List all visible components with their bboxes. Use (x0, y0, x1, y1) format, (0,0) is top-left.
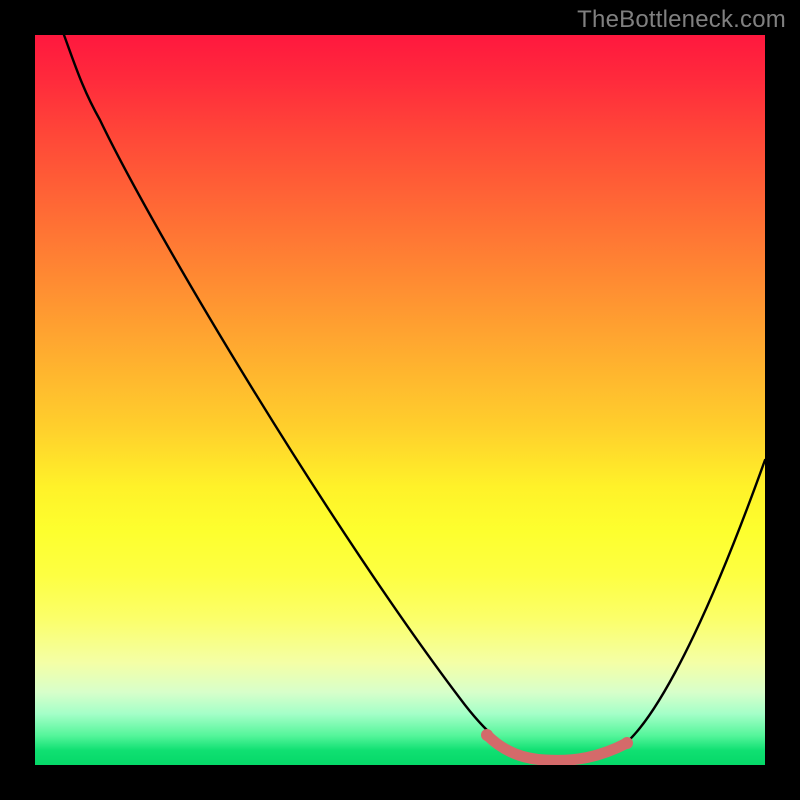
highlight-end-right (621, 737, 633, 749)
plot-area (35, 35, 765, 765)
bottleneck-curve (64, 35, 765, 759)
curve-layer (35, 35, 765, 765)
watermark-text: TheBottleneck.com (577, 6, 786, 34)
highlight-segment (487, 735, 627, 760)
highlight-end-left (481, 729, 493, 741)
chart-frame: TheBottleneck.com (0, 0, 800, 800)
